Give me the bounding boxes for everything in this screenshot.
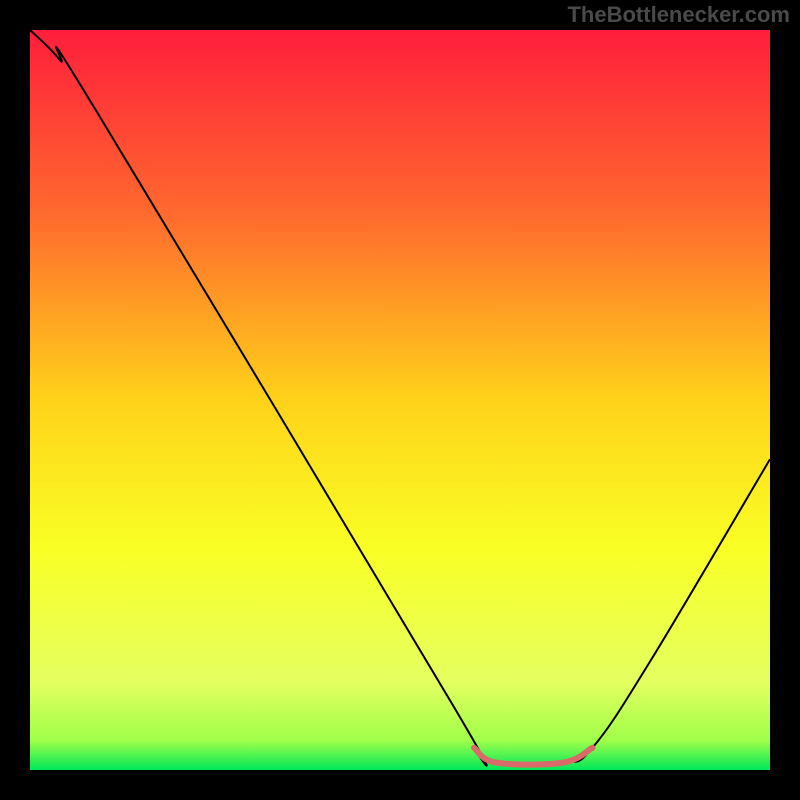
watermark-label: TheBottlenecker.com [567, 2, 790, 28]
chart-background [30, 30, 770, 770]
chart-svg [30, 30, 770, 770]
plot-area [30, 30, 770, 770]
chart-frame: TheBottlenecker.com [0, 0, 800, 800]
